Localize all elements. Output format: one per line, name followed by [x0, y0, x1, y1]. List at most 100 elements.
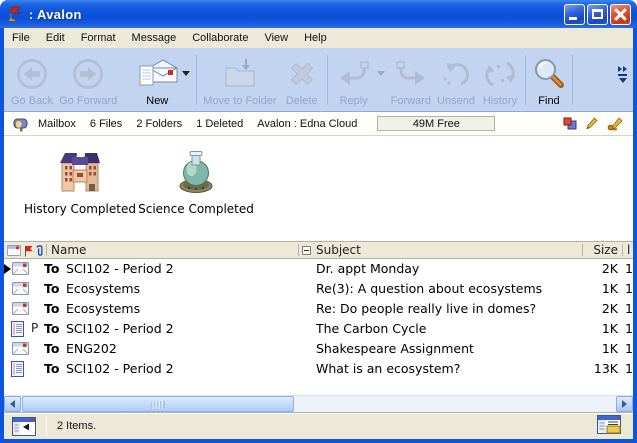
message-envelope-icon: [12, 302, 29, 318]
message-date-truncated: 1: [625, 321, 633, 336]
horizontal-scrollbar[interactable]: [4, 395, 633, 412]
reply-icon: [334, 52, 374, 95]
history-completed-item[interactable]: History Completed: [20, 148, 140, 216]
new-button[interactable]: New: [132, 51, 182, 109]
to-label: To: [44, 361, 59, 376]
menu-help[interactable]: Help: [296, 30, 335, 46]
move-to-folder-icon: [220, 52, 260, 95]
move-to-folder-button[interactable]: Move to Folder: [200, 51, 279, 109]
forward-circle-icon: [70, 52, 106, 95]
message-date-truncated: 1: [625, 281, 633, 296]
attachment-column-icon[interactable]: [35, 244, 44, 260]
message-row[interactable]: To Ecosystems Re(3): A question about ec…: [4, 279, 633, 299]
science-flask-icon: [172, 148, 220, 194]
scroll-left-button[interactable]: [4, 396, 21, 412]
message-size: 2K: [560, 261, 618, 276]
reply-dropdown-button[interactable]: [377, 51, 388, 109]
history-label: History: [483, 95, 517, 108]
find-magnifier-icon: [532, 52, 566, 95]
message-envelope-icon: [12, 262, 29, 278]
go-forward-button[interactable]: Go Forward: [56, 51, 120, 109]
toolbar-separator: [572, 55, 573, 105]
window-title: : Avalon: [29, 7, 82, 22]
to-label: To: [44, 281, 59, 296]
menu-file[interactable]: File: [4, 30, 38, 46]
app-icon: [6, 5, 24, 23]
size-column-header[interactable]: Size: [560, 243, 618, 257]
menu-edit[interactable]: Edit: [38, 30, 73, 46]
select-squares-icon[interactable]: [563, 117, 577, 130]
message-row[interactable]: To Ecosystems Re: Do people really live …: [4, 299, 633, 319]
chevron-down-icon: [182, 71, 190, 76]
edit-pencil-icon[interactable]: [586, 117, 598, 130]
message-subject: Shakespeare Assignment: [316, 341, 474, 356]
science-completed-label: Science Completed: [138, 202, 254, 216]
items-count: 2 Items.: [57, 420, 96, 432]
free-space-label: 49M Free: [413, 118, 460, 130]
delete-button[interactable]: Delete: [280, 51, 324, 109]
unsend-button[interactable]: Unsend: [434, 51, 478, 109]
pane-layout-icon[interactable]: [597, 415, 621, 434]
to-label: To: [44, 261, 59, 276]
menu-message[interactable]: Message: [124, 30, 185, 46]
message-row[interactable]: To SCI102 - Period 2 What is an ecosyste…: [4, 359, 633, 379]
arrow-left-icon: [10, 400, 15, 408]
message-size: 1K: [560, 281, 618, 296]
new-dropdown-button[interactable]: [182, 51, 193, 109]
recipient-name: SCI102 - Period 2: [66, 321, 174, 336]
reply-button[interactable]: Reply: [331, 51, 377, 109]
move-to-folder-label: Move to Folder: [203, 95, 276, 108]
scroll-right-button[interactable]: [616, 396, 633, 412]
message-size: 13K: [560, 361, 618, 376]
recipient-name: ENG202: [66, 341, 117, 356]
current-item-marker-icon: [4, 264, 11, 274]
subject-column-header[interactable]: Subject: [316, 243, 361, 257]
message-row[interactable]: P To SCI102 - Period 2 The Carbon Cycle …: [4, 319, 633, 339]
message-row[interactable]: To ENG202 Shakespeare Assignment 1K 1: [4, 339, 633, 359]
document-icon: [11, 361, 24, 380]
message-list: To SCI102 - Period 2 Dr. appt Monday 2K …: [4, 259, 633, 395]
message-subject: Re: Do people really live in domes?: [316, 301, 536, 316]
recipient-name: SCI102 - Period 2: [66, 361, 174, 376]
close-button[interactable]: [610, 4, 631, 25]
message-subject: Re(3): A question about ecosystems: [316, 281, 542, 296]
truncated-column-header[interactable]: l: [627, 243, 630, 257]
recipient-name: Ecosystems: [66, 281, 140, 296]
chevron-down-icon: [377, 71, 385, 76]
message-list-header: Name Subject Size l: [4, 241, 633, 259]
column-divider[interactable]: [298, 244, 299, 256]
close-icon: [611, 5, 630, 24]
menu-view[interactable]: View: [256, 30, 296, 46]
message-date-truncated: 1: [625, 261, 633, 276]
find-label: Find: [538, 95, 559, 108]
message-column-icon[interactable]: [7, 245, 21, 259]
name-column-header[interactable]: Name: [51, 243, 86, 257]
history-button[interactable]: History: [478, 51, 522, 109]
forward-button[interactable]: Forward: [388, 51, 434, 109]
toolbar-overflow-button[interactable]: [616, 51, 631, 109]
find-button[interactable]: Find: [529, 51, 569, 109]
collapse-pane-icon[interactable]: [12, 417, 36, 436]
to-label: To: [44, 341, 59, 356]
minimize-button[interactable]: [564, 4, 585, 25]
message-envelope-icon: [12, 342, 29, 358]
message-date-truncated: 1: [625, 301, 633, 316]
menu-collaborate[interactable]: Collaborate: [184, 30, 256, 46]
maximize-button[interactable]: [587, 4, 608, 25]
delete-x-icon: [283, 52, 321, 95]
menu-format[interactable]: Format: [73, 30, 124, 46]
collapse-subject-icon[interactable]: [302, 246, 311, 255]
permissions-pencil-key-icon[interactable]: [607, 117, 623, 131]
protected-flag: P: [31, 321, 38, 335]
scrollbar-thumb[interactable]: [22, 396, 294, 412]
go-back-button[interactable]: Go Back: [8, 51, 56, 109]
forward-message-icon: [391, 52, 431, 95]
science-completed-item[interactable]: Science Completed: [136, 148, 256, 216]
message-date-truncated: 1: [625, 341, 633, 356]
title-bar[interactable]: : Avalon: [0, 0, 637, 28]
history-completed-label: History Completed: [24, 202, 136, 216]
column-divider[interactable]: [622, 244, 623, 256]
column-divider[interactable]: [46, 244, 47, 256]
message-row[interactable]: To SCI102 - Period 2 Dr. appt Monday 2K …: [4, 259, 633, 279]
flag-column-icon[interactable]: [24, 245, 33, 260]
